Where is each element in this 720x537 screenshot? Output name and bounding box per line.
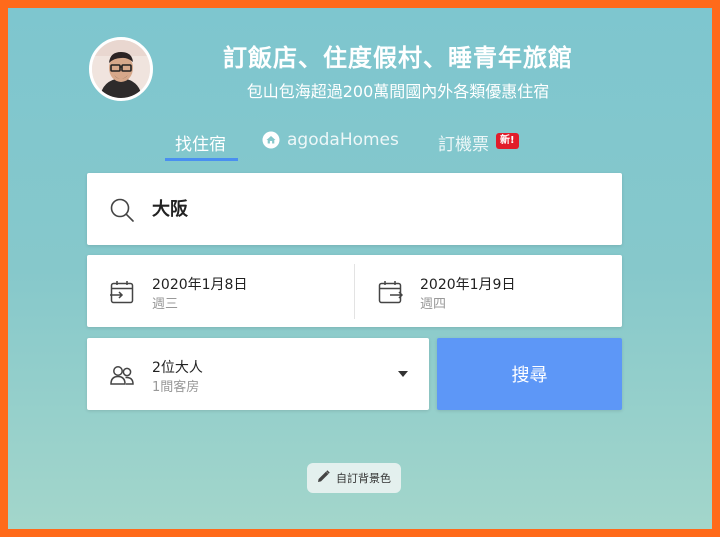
guests-selector[interactable]: 2位大人 1間客房: [87, 338, 429, 410]
checkout-weekday: 週四: [420, 297, 447, 312]
customize-background-button[interactable]: 自訂背景色: [307, 463, 401, 493]
adults-count: 2位大人: [152, 360, 203, 376]
calendar-in-icon: [109, 279, 135, 309]
customize-background-label: 自訂背景色: [336, 472, 391, 485]
date-selector: 2020年1月8日 週三 2020年1月9日 週四: [87, 255, 622, 327]
chevron-down-icon: [398, 371, 408, 377]
search-icon: [109, 197, 135, 227]
avatar-photo: [92, 40, 150, 98]
tab-hotels-label: 找住宿: [175, 135, 226, 155]
checkout-date-value: 2020年1月9日: [420, 277, 516, 293]
rooms-count: 1間客房: [152, 380, 200, 395]
checkout-date[interactable]: 2020年1月9日 週四: [355, 255, 615, 327]
tab-flights[interactable]: 訂機票 新!: [438, 130, 519, 162]
destination-search[interactable]: [87, 173, 622, 245]
tab-agoda-homes-label: agodaHomes: [287, 130, 399, 150]
search-panel: 訂飯店、住度假村、睡青年旅館 包山包海超過200萬間國內外各類優惠住宿 找住宿 …: [8, 8, 712, 529]
checkin-date[interactable]: 2020年1月8日 週三: [87, 255, 347, 327]
home-icon: [262, 131, 280, 154]
people-icon: [109, 362, 135, 392]
tab-agoda-homes[interactable]: agodaHomes: [262, 130, 399, 162]
pencil-icon: [317, 470, 330, 486]
new-badge: 新!: [496, 133, 519, 149]
tab-flights-label: 訂機票: [438, 135, 489, 155]
search-button[interactable]: 搜尋: [437, 338, 622, 410]
checkin-weekday: 週三: [152, 297, 179, 312]
tab-active-indicator: [165, 158, 238, 161]
hero-title: 訂飯店、住度假村、睡青年旅館: [223, 44, 573, 72]
hero-subtitle: 包山包海超過200萬間國內外各類優惠住宿: [246, 82, 550, 101]
search-input[interactable]: [152, 197, 592, 218]
calendar-out-icon: [377, 279, 404, 309]
checkin-date-value: 2020年1月8日: [152, 277, 248, 293]
avatar: [89, 37, 153, 101]
